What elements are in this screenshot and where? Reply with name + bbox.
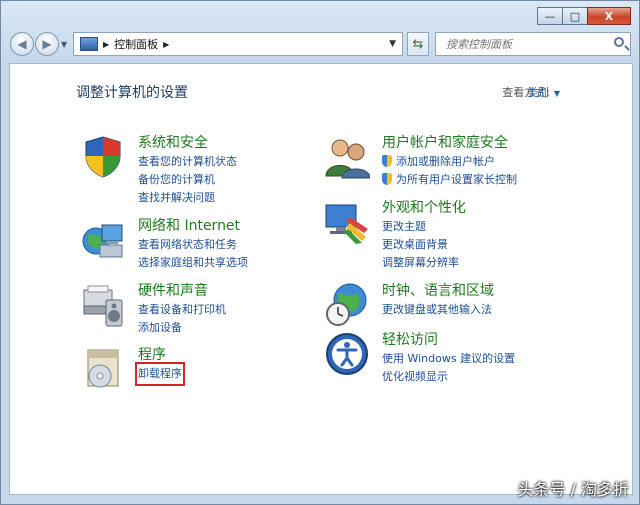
refresh-button[interactable]: ⇆ <box>407 32 429 56</box>
link-devices-printers[interactable]: 查看设备和打印机 <box>138 301 226 319</box>
link-change-background[interactable]: 更改桌面背景 <box>382 236 459 254</box>
control-panel-icon <box>80 37 98 51</box>
forward-arrow-icon: ▶ <box>42 37 52 51</box>
content-pane: 调整计算机的设置 查看方式: 类别 系统和安全 查看您的计算机状态 备份您的计算… <box>9 63 633 495</box>
hardware-sound-icon[interactable] <box>80 282 126 328</box>
user-accounts-icon[interactable] <box>324 134 370 180</box>
link-backup-computer[interactable]: 备份您的计算机 <box>138 171 237 189</box>
caption-buttons: — □ X <box>537 7 631 25</box>
category-links: 查看网络状态和任务 选择家庭组和共享选项 <box>138 236 248 272</box>
recent-pages-dropdown[interactable]: ▼ <box>61 40 67 49</box>
search-box[interactable] <box>435 32 631 56</box>
link-parental-controls[interactable]: 为所有用户设置家长控制 <box>382 171 517 189</box>
category-links: 更改主题 更改桌面背景 调整屏幕分辨率 <box>382 218 459 272</box>
category-title[interactable]: 用户帐户和家庭安全 <box>382 132 508 152</box>
category-links: 卸载程序 <box>135 362 185 386</box>
navigation-bar: ◀ ▶ ▼ ▶ 控制面板 ▶ ▼ ⇆ <box>9 30 633 58</box>
refresh-icon: ⇆ <box>412 36 424 52</box>
back-arrow-icon: ◀ <box>17 37 27 51</box>
appearance-icon[interactable] <box>324 199 370 245</box>
forward-button[interactable]: ▶ <box>35 32 59 56</box>
category-links: 添加或删除用户帐户 为所有用户设置家长控制 <box>382 153 517 189</box>
link-add-device[interactable]: 添加设备 <box>138 319 226 337</box>
page-title: 调整计算机的设置 <box>76 85 188 101</box>
category-title[interactable]: 网络和 Internet <box>138 215 240 235</box>
link-uninstall-program[interactable]: 卸载程序 <box>135 362 185 386</box>
address-bar[interactable]: ▶ 控制面板 ▶ ▼ <box>73 32 403 56</box>
uac-shield-icon <box>382 155 392 167</box>
link-windows-recommended-settings[interactable]: 使用 Windows 建议的设置 <box>382 350 515 368</box>
close-button[interactable]: X <box>587 7 631 25</box>
link-label: 为所有用户设置家长控制 <box>396 173 517 186</box>
category-links: 使用 Windows 建议的设置 优化视频显示 <box>382 350 515 386</box>
category-links: 更改键盘或其他输入法 <box>382 301 492 319</box>
link-optimize-visual-display[interactable]: 优化视频显示 <box>382 368 515 386</box>
watermark-text: 头条号 / 淘多折 <box>517 480 629 499</box>
search-input[interactable] <box>444 36 608 52</box>
maximize-button[interactable]: □ <box>562 7 588 25</box>
link-change-keyboard[interactable]: 更改键盘或其他输入法 <box>382 301 492 319</box>
link-label: 添加或删除用户帐户 <box>396 155 495 168</box>
breadcrumb-separator-icon[interactable]: ▶ <box>103 40 109 49</box>
address-dropdown-icon[interactable]: ▼ <box>389 39 396 49</box>
link-view-computer-status[interactable]: 查看您的计算机状态 <box>138 153 237 171</box>
category-links: 查看设备和打印机 添加设备 <box>138 301 226 337</box>
uac-shield-icon <box>382 173 392 185</box>
breadcrumb-separator-icon[interactable]: ▶ <box>163 40 169 49</box>
link-add-remove-accounts[interactable]: 添加或删除用户帐户 <box>382 153 517 171</box>
minimize-button[interactable]: — <box>537 7 563 25</box>
view-by-dropdown[interactable]: 类别 <box>527 84 560 100</box>
category-title[interactable]: 外观和个性化 <box>382 197 466 217</box>
category-links: 查看您的计算机状态 备份您的计算机 查找并解决问题 <box>138 153 237 207</box>
ease-of-access-icon[interactable] <box>324 331 370 377</box>
link-change-theme[interactable]: 更改主题 <box>382 218 459 236</box>
category-title[interactable]: 时钟、语言和区域 <box>382 280 494 300</box>
link-network-status[interactable]: 查看网络状态和任务 <box>138 236 248 254</box>
link-homegroup-sharing[interactable]: 选择家庭组和共享选项 <box>138 254 248 272</box>
back-button[interactable]: ◀ <box>10 32 34 56</box>
category-title[interactable]: 程序 <box>138 344 166 364</box>
system-security-icon[interactable] <box>80 134 126 180</box>
category-title[interactable]: 轻松访问 <box>382 329 438 349</box>
clock-language-icon[interactable] <box>324 282 370 328</box>
control-panel-window: — □ X ◀ ▶ ▼ ▶ 控制面板 ▶ ▼ ⇆ 调整计算机的设置 查看方式: … <box>0 0 640 505</box>
network-icon[interactable] <box>80 217 126 263</box>
category-title[interactable]: 硬件和声音 <box>138 280 208 300</box>
category-title[interactable]: 系统和安全 <box>138 132 208 152</box>
search-icon[interactable] <box>614 37 624 47</box>
link-screen-resolution[interactable]: 调整屏幕分辨率 <box>382 254 459 272</box>
breadcrumb-control-panel[interactable]: 控制面板 <box>114 36 158 52</box>
programs-icon[interactable] <box>80 346 126 392</box>
link-find-fix-problems[interactable]: 查找并解决问题 <box>138 189 237 207</box>
